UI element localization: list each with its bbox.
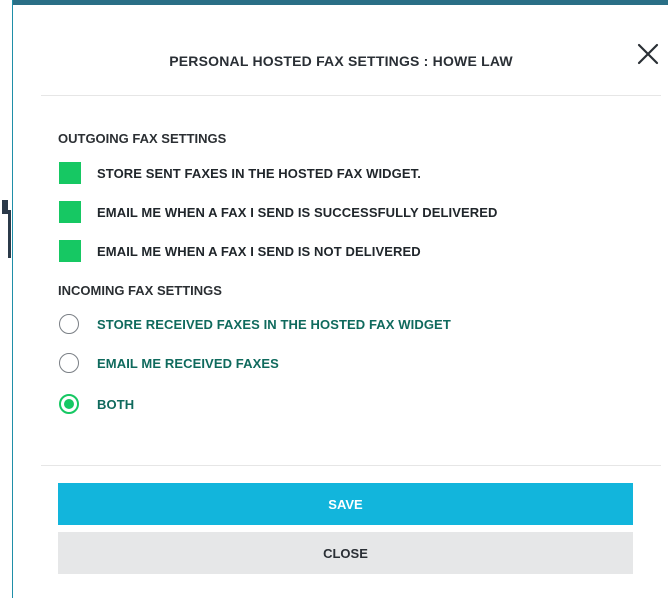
outgoing-option-label: EMAIL ME WHEN A FAX I SEND IS SUCCESSFUL… (97, 204, 498, 220)
window-left-edge (0, 0, 13, 598)
close-icon-glyph (637, 43, 659, 65)
fax-settings-dialog: PERSONAL HOSTED FAX SETTINGS : HOWE LAW … (13, 5, 668, 598)
incoming-option-email-received[interactable]: EMAIL ME RECEIVED FAXES (58, 353, 279, 373)
incoming-option-store-received[interactable]: STORE RECEIVED FAXES IN THE HOSTED FAX W… (58, 314, 451, 334)
radio-unselected[interactable] (59, 353, 79, 373)
radio-dot (64, 399, 74, 409)
checkbox-checked[interactable] (59, 240, 81, 262)
outgoing-option-label: STORE SENT FAXES IN THE HOSTED FAX WIDGE… (97, 165, 421, 181)
incoming-option-label: STORE RECEIVED FAXES IN THE HOSTED FAX W… (97, 316, 451, 332)
radio-selected[interactable] (59, 394, 79, 414)
outgoing-section-heading: OUTGOING FAX SETTINGS (58, 131, 227, 146)
outgoing-option-email-delivered[interactable]: EMAIL ME WHEN A FAX I SEND IS SUCCESSFUL… (58, 201, 498, 223)
background-mark (8, 210, 11, 258)
checkbox-checked[interactable] (59, 201, 81, 223)
dialog-title: PERSONAL HOSTED FAX SETTINGS : HOWE LAW (169, 53, 513, 69)
incoming-option-both[interactable]: BOTH (58, 394, 134, 414)
radio-unselected[interactable] (59, 314, 79, 334)
outgoing-option-store-sent[interactable]: STORE SENT FAXES IN THE HOSTED FAX WIDGE… (58, 162, 421, 184)
outgoing-option-email-not-delivered[interactable]: EMAIL ME WHEN A FAX I SEND IS NOT DELIVE… (58, 240, 421, 262)
close-button[interactable]: CLOSE (58, 532, 633, 574)
incoming-option-label: EMAIL ME RECEIVED FAXES (97, 355, 279, 371)
close-icon[interactable] (635, 41, 661, 67)
incoming-option-label: BOTH (97, 396, 135, 412)
footer-divider (41, 465, 661, 466)
checkbox-checked[interactable] (59, 162, 81, 184)
dialog-header: PERSONAL HOSTED FAX SETTINGS : HOWE LAW (41, 19, 661, 96)
incoming-section-heading: INCOMING FAX SETTINGS (58, 283, 222, 298)
outgoing-option-label: EMAIL ME WHEN A FAX I SEND IS NOT DELIVE… (97, 243, 421, 259)
save-button[interactable]: SAVE (58, 483, 633, 525)
